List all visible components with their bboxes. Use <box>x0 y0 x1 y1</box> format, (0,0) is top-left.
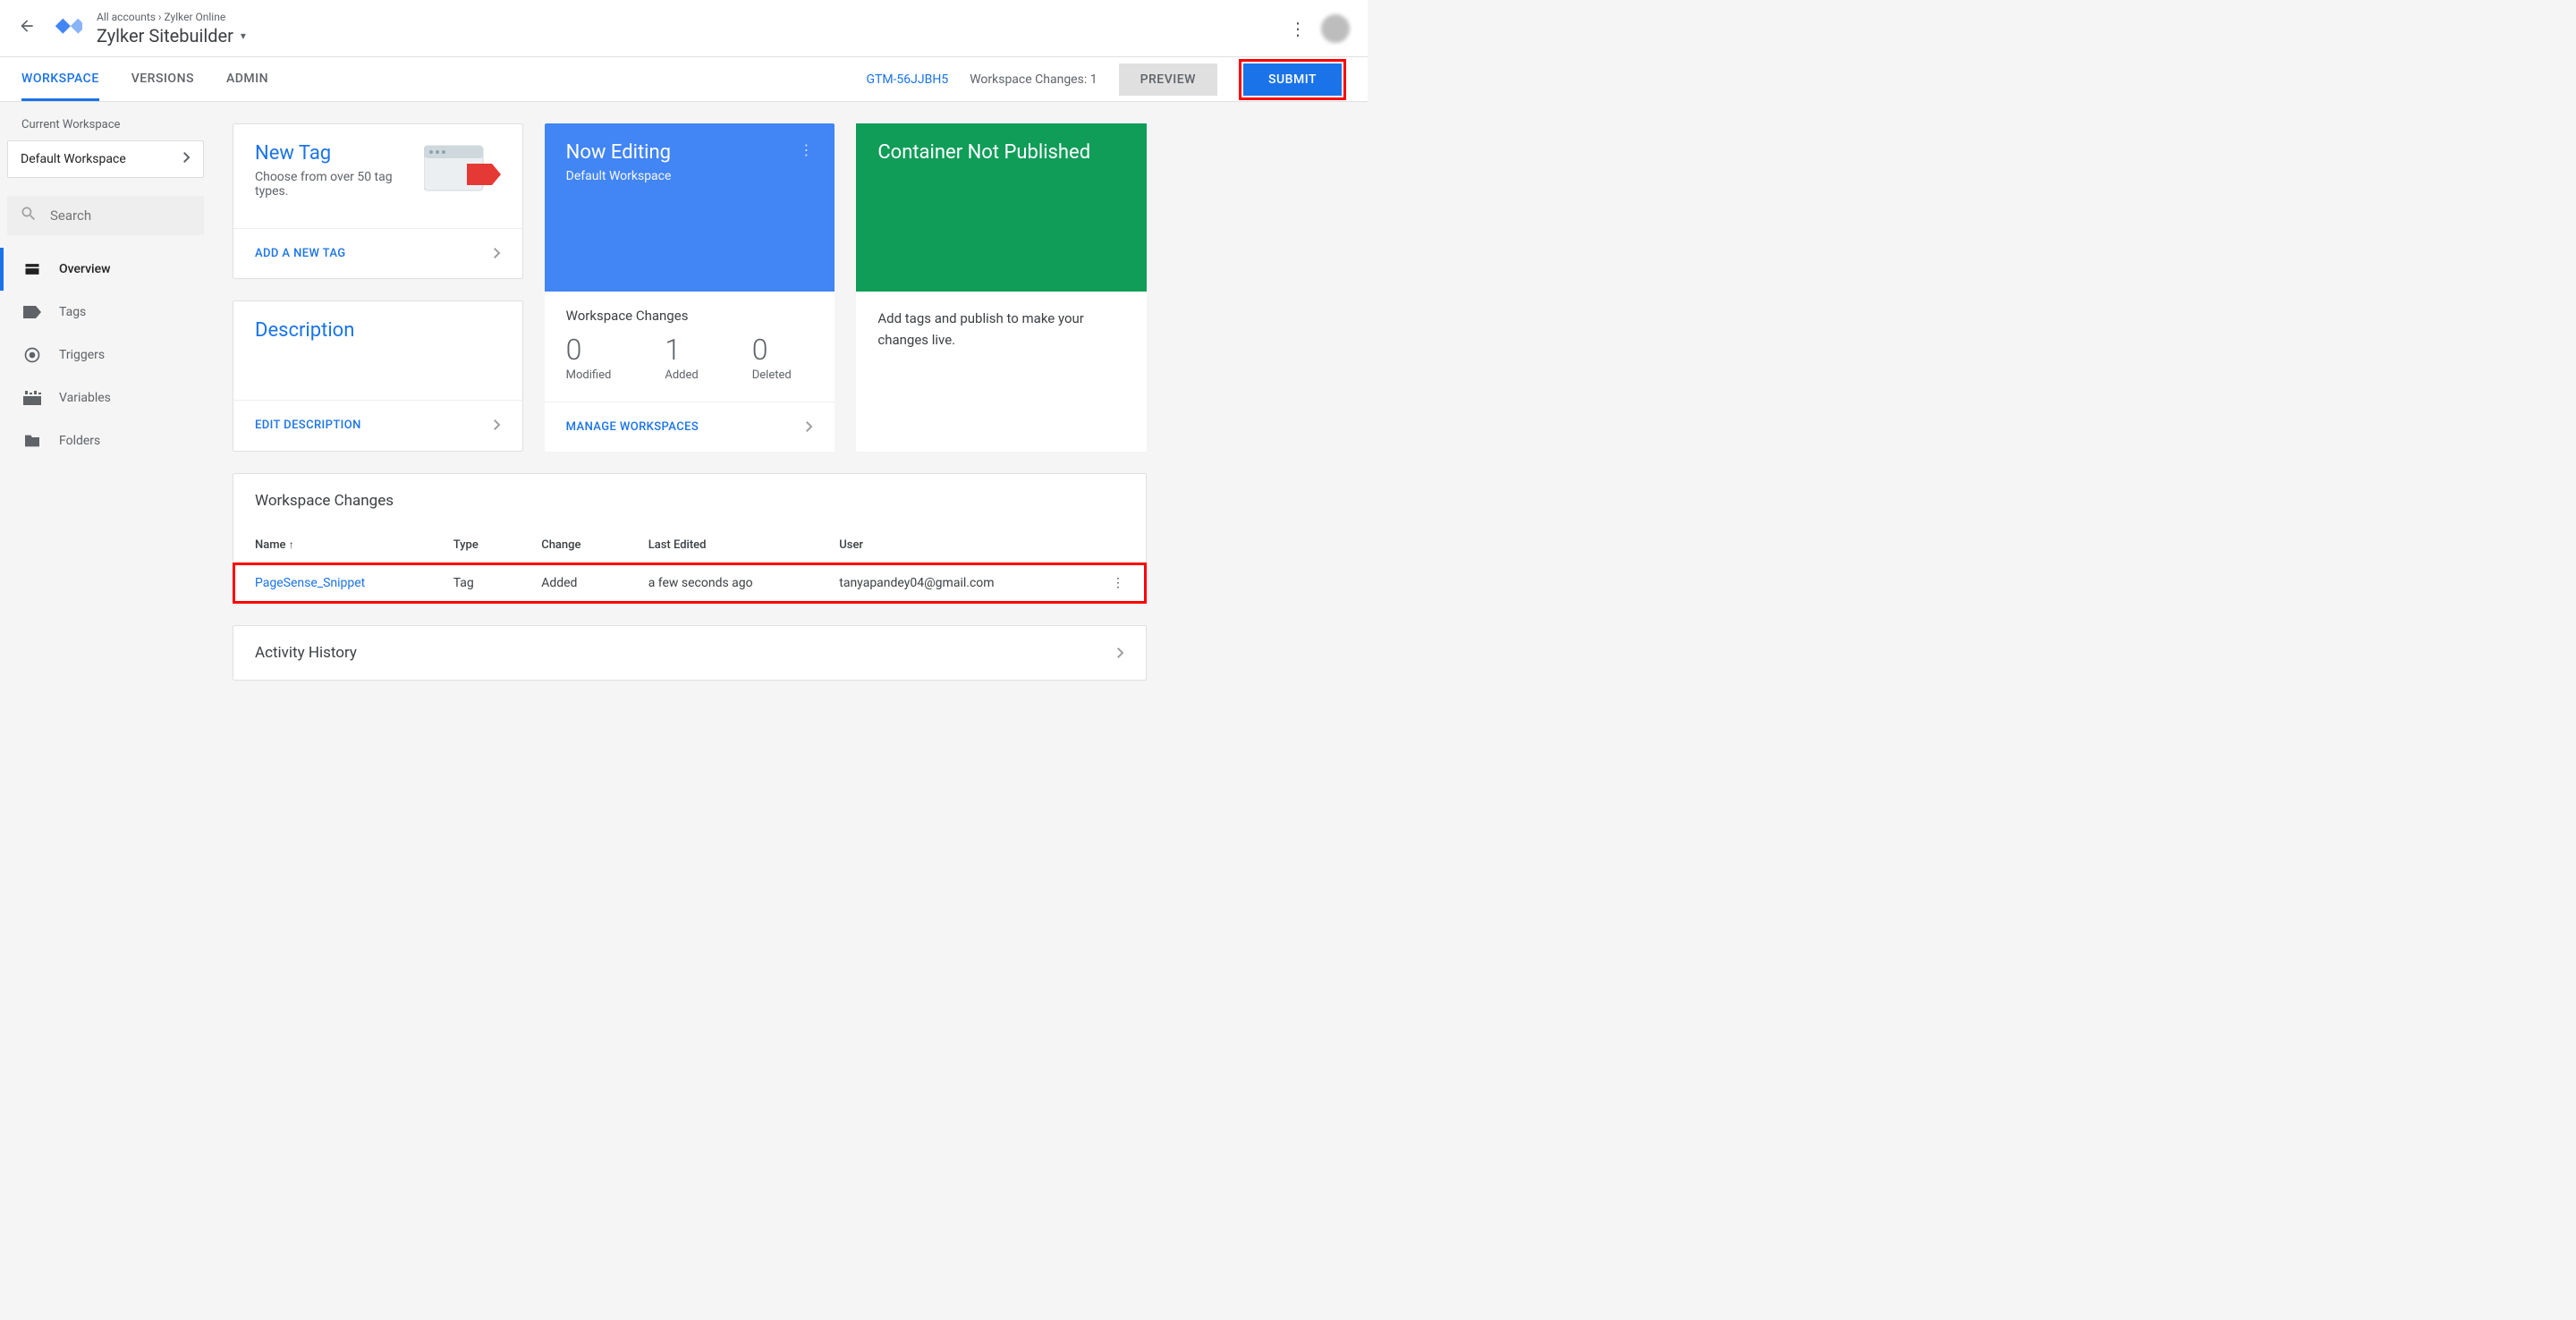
activity-history-title: Activity History <box>255 644 357 662</box>
chevron-right-icon <box>494 245 501 262</box>
row-user: tanyapandey04@gmail.com <box>818 563 1073 604</box>
edit-description-link[interactable]: EDIT DESCRIPTION <box>233 400 522 450</box>
variables-icon <box>23 389 41 407</box>
row-change: Added <box>520 563 626 604</box>
new-tag-card: New Tag Choose from over 50 tag types. A… <box>233 123 523 279</box>
workspace-changes-label: Workspace Changes <box>566 308 814 324</box>
sidebar-item-triggers[interactable]: Triggers <box>7 334 204 377</box>
current-workspace-label: Current Workspace <box>21 118 204 131</box>
workspace-changes-count: Workspace Changes: 1 <box>970 72 1097 87</box>
container-title-text: Zylker Sitebuilder <box>97 25 233 47</box>
stat-modified-label: Modified <box>566 368 612 382</box>
tab-workspace[interactable]: WORKSPACE <box>21 57 99 101</box>
now-editing-card: Now Editing Default Workspace ⋮ Workspac… <box>545 123 835 452</box>
manage-workspaces-label: MANAGE WORKSPACES <box>566 420 699 434</box>
add-new-tag-link[interactable]: ADD A NEW TAG <box>233 228 522 278</box>
chevron-right-icon <box>494 417 501 434</box>
row-type: Tag <box>432 563 520 604</box>
edit-description-label: EDIT DESCRIPTION <box>255 419 361 432</box>
table-row[interactable]: PageSense_Snippet Tag Added a few second… <box>233 563 1146 604</box>
container-id-link[interactable]: GTM-56JJBH5 <box>866 72 948 87</box>
chevron-right-icon <box>1117 645 1124 662</box>
chevron-right-icon <box>183 152 191 166</box>
search-wrap[interactable] <box>7 196 204 235</box>
activity-history-card[interactable]: Activity History <box>233 625 1147 681</box>
col-type[interactable]: Type <box>432 528 520 563</box>
back-arrow-icon[interactable] <box>18 17 36 39</box>
container-status-card: Container Not Published Add tags and pub… <box>856 123 1147 452</box>
stat-added: 1 Added <box>665 333 698 382</box>
tabs-bar: WORKSPACE VERSIONS ADMIN GTM-56JJBH5 Wor… <box>0 57 1368 102</box>
stat-added-label: Added <box>665 368 698 382</box>
sidebar-item-label: Folders <box>59 434 100 448</box>
col-change[interactable]: Change <box>520 528 626 563</box>
more-vert-icon[interactable]: ⋮ <box>799 141 813 158</box>
col-last-edited[interactable]: Last Edited <box>627 528 818 563</box>
sidebar-item-label: Overview <box>59 262 110 276</box>
search-icon <box>20 205 38 226</box>
workspace-changes-table-card: Workspace Changes Name ↑ Type Change Las… <box>233 473 1147 604</box>
workspace-selector-value: Default Workspace <box>21 152 126 166</box>
main-content: New Tag Choose from over 50 tag types. A… <box>211 102 1168 702</box>
dropdown-caret-icon: ▾ <box>241 30 246 42</box>
more-vert-icon[interactable]: ⋮ <box>1289 18 1307 39</box>
avatar[interactable] <box>1321 14 1350 43</box>
stat-deleted-num: 0 <box>752 333 792 367</box>
row-last-edited: a few seconds ago <box>627 563 818 604</box>
now-editing-sub: Default Workspace <box>566 169 672 183</box>
workspace-selector[interactable]: Default Workspace <box>7 140 204 178</box>
col-user[interactable]: User <box>818 528 1073 563</box>
container-title[interactable]: Zylker Sitebuilder ▾ <box>97 25 1289 47</box>
col-name[interactable]: Name ↑ <box>233 528 432 563</box>
sort-asc-icon: ↑ <box>289 538 294 551</box>
tab-admin[interactable]: ADMIN <box>226 57 268 101</box>
gtm-logo-icon <box>54 14 82 43</box>
sidebar: Current Workspace Default Workspace Over… <box>0 102 211 702</box>
search-input[interactable] <box>50 207 228 224</box>
tag-illustration-icon <box>424 142 501 199</box>
sidebar-item-label: Tags <box>59 305 86 319</box>
sidebar-item-label: Variables <box>59 391 111 405</box>
now-editing-title: Now Editing <box>566 141 672 164</box>
tags-icon <box>23 303 41 321</box>
folders-icon <box>23 432 41 450</box>
description-card: Description EDIT DESCRIPTION <box>233 300 523 452</box>
sidebar-item-label: Triggers <box>59 348 105 362</box>
row-name-link[interactable]: PageSense_Snippet <box>255 576 365 590</box>
new-tag-sub: Choose from over 50 tag types. <box>255 170 398 199</box>
row-more-icon[interactable]: ⋮ <box>1074 563 1146 604</box>
sidebar-item-overview[interactable]: Overview <box>7 248 204 291</box>
manage-workspaces-link[interactable]: MANAGE WORKSPACES <box>545 402 835 452</box>
triggers-icon <box>23 346 41 364</box>
container-status-body: Add tags and publish to make your change… <box>856 292 1147 395</box>
submit-button[interactable]: SUBMIT <box>1243 63 1342 96</box>
tab-versions[interactable]: VERSIONS <box>131 57 194 101</box>
sidebar-item-tags[interactable]: Tags <box>7 291 204 334</box>
stat-modified: 0 Modified <box>566 333 612 382</box>
chevron-right-icon <box>806 419 813 436</box>
app-header: All accounts › Zylker Online Zylker Site… <box>0 0 1368 57</box>
sidebar-item-folders[interactable]: Folders <box>7 419 204 462</box>
breadcrumb[interactable]: All accounts › Zylker Online <box>97 11 1289 23</box>
stat-modified-num: 0 <box>566 333 612 367</box>
stat-deleted-label: Deleted <box>752 368 792 382</box>
container-status-title: Container Not Published <box>877 141 1125 164</box>
description-title: Description <box>255 319 501 342</box>
overview-icon <box>23 260 41 278</box>
stat-added-num: 1 <box>665 333 698 367</box>
preview-button[interactable]: PREVIEW <box>1119 63 1217 96</box>
add-new-tag-label: ADD A NEW TAG <box>255 247 346 260</box>
stat-deleted: 0 Deleted <box>752 333 792 382</box>
sidebar-item-variables[interactable]: Variables <box>7 377 204 419</box>
workspace-changes-table-title: Workspace Changes <box>233 474 1146 528</box>
submit-highlight: SUBMIT <box>1239 59 1346 100</box>
